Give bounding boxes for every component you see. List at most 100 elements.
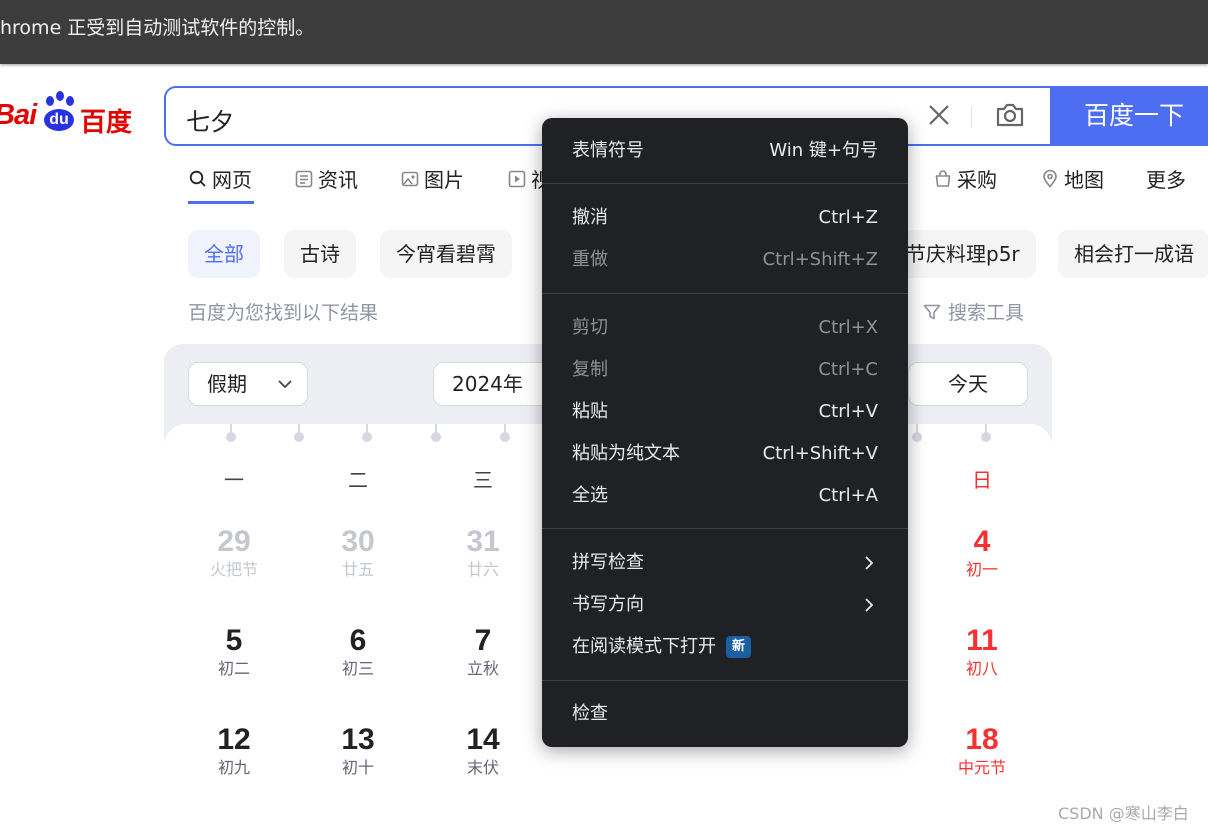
day-lunar: 初九 [217,758,250,777]
menu-item-label: 表情符号 [572,140,644,161]
calendar-day[interactable]: 30 廿五 [308,525,408,581]
menu-item-select-all[interactable]: 全选 Ctrl+A [572,481,878,511]
chevron-right-icon [865,598,874,612]
day-number: 12 [217,723,251,756]
tab-news[interactable]: 资讯 [294,164,358,193]
menu-item-label: 粘贴 [572,401,608,422]
menu-item-copy: 复制 Ctrl+C [572,355,878,385]
tab-more[interactable]: 更多 [1146,164,1186,193]
search-tools-button[interactable]: 搜索工具 [922,298,1024,325]
tab-web[interactable]: 网页 [188,164,252,193]
chip-festival-cuisine[interactable]: 节庆料理p5r [890,230,1036,278]
calendar-day[interactable]: 13 初十 [308,723,408,779]
day-number: 4 [973,525,991,558]
calendar-day[interactable]: 7 立秋 [433,624,533,680]
chevron-right-icon [865,556,874,570]
day-lunar: 廿五 [341,560,374,579]
search-button[interactable]: 百度一下 [1052,86,1208,146]
calendar-day[interactable]: 11 初八 [932,624,1032,680]
menu-item-spellcheck[interactable]: 拼写检查 [572,548,878,578]
calendar-day[interactable]: 4 初一 [932,525,1032,581]
menu-item-paste-plain-text[interactable]: 粘贴为纯文本 Ctrl+Shift+V [572,439,878,469]
menu-item-label: 全选 [572,485,608,506]
chip-tonight[interactable]: 今宵看碧霄 [380,230,512,278]
menu-item-undo[interactable]: 撤消 Ctrl+Z [572,203,878,233]
logo-paw-toe [56,91,64,101]
tab-map[interactable]: 地图 [1040,164,1104,193]
menu-separator [542,183,908,184]
calendar-ring [362,432,372,442]
calendar-ring [981,432,991,442]
calendar-ring [431,432,441,442]
day-number: 11 [966,624,998,657]
menu-item-paste[interactable]: 粘贴 Ctrl+V [572,397,878,427]
day-number: 30 [341,525,375,558]
holiday-select[interactable]: 假期 [188,362,308,406]
chip-poem[interactable]: 古诗 [284,230,356,278]
menu-item-label: 粘贴为纯文本 [572,443,680,464]
video-icon [508,170,526,187]
menu-separator [542,680,908,681]
calendar-day[interactable]: 6 初三 [308,624,408,680]
search-icon [189,170,206,187]
menu-item-label: 复制 [572,359,608,380]
day-number: 29 [217,525,251,558]
calendar-ring [294,432,304,442]
calendar-day[interactable]: 12 初九 [184,723,284,779]
menu-item-label: 剪切 [572,317,608,338]
tab-label: 图片 [424,168,464,192]
day-lunar: 中元节 [957,758,1006,777]
menu-item-writing-direction[interactable]: 书写方向 [572,590,878,620]
menu-item-label: 重做 [572,249,608,270]
chip-all[interactable]: 全部 [188,230,260,278]
close-icon[interactable] [924,100,954,130]
automation-infobar: hrome 正受到自动测试软件的控制。 [0,0,1208,64]
menu-item-shortcut: Ctrl+Shift+Z [762,249,878,270]
menu-item-inspect[interactable]: 检查 [572,699,878,729]
today-button[interactable]: 今天 [908,362,1028,406]
camera-icon[interactable] [994,100,1026,130]
menu-item-shortcut: Ctrl+Z [818,207,878,228]
menu-item-cut: 剪切 Ctrl+X [572,313,878,343]
calendar-ring [912,432,922,442]
calendar-ring [500,432,510,442]
baidu-logo[interactable]: Bai du 百度 [0,90,144,138]
news-icon [295,170,313,187]
calendar-day[interactable]: 29 火把节 [184,525,284,581]
menu-item-shortcut: Ctrl+Shift+V [762,443,878,464]
holiday-select-value: 假期 [207,372,247,396]
menu-item-reading-mode[interactable]: 在阅读模式下打开新 [572,632,878,662]
menu-item-shortcut: Win 键+句号 [769,140,878,161]
day-number: 5 [225,624,243,657]
calendar-day[interactable]: 14 末伏 [433,723,533,779]
day-number: 7 [474,624,492,657]
search-query[interactable]: 七夕 [186,102,234,137]
menu-item-label: 撤消 [572,207,608,228]
day-lunar: 初八 [965,659,998,678]
new-badge: 新 [726,636,752,658]
chip-idiom[interactable]: 相会打一成语 [1058,230,1208,278]
day-number: 13 [341,723,375,756]
calendar-day[interactable]: 18 中元节 [932,723,1032,779]
calendar-day[interactable]: 5 初二 [184,624,284,680]
calendar-day[interactable]: 31 廿六 [433,525,533,581]
day-lunar: 立秋 [466,659,499,678]
logo-paw-toe [46,96,54,106]
day-number: 6 [349,624,367,657]
weekday-header: 二 [348,468,368,492]
menu-item-emoji[interactable]: 表情符号 Win 键+句号 [572,136,878,166]
menu-item-label: 在阅读模式下打开 [572,636,716,657]
calendar-ring [226,432,236,442]
active-tab-indicator [188,201,254,204]
tab-shopping[interactable]: 采购 [933,164,997,193]
tab-label: 资讯 [318,168,358,192]
day-lunar: 末伏 [466,758,499,777]
menu-item-redo: 重做 Ctrl+Shift+Z [572,245,878,275]
infobar-text: hrome 正受到自动测试软件的控制。 [0,17,315,39]
chevron-down-icon [278,380,292,389]
menu-item-shortcut: Ctrl+X [818,317,878,338]
menu-item-label: 拼写检查 [572,552,644,573]
tab-images[interactable]: 图片 [400,164,464,193]
menu-separator [542,528,908,529]
day-lunar: 初二 [217,659,250,678]
